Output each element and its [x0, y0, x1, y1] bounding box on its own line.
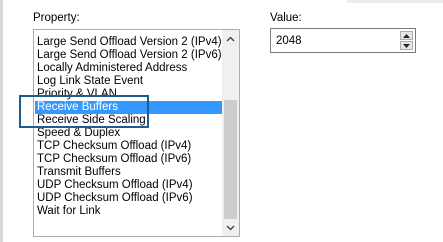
scroll-thumb[interactable] — [224, 100, 237, 219]
property-item-udp-checksum-ipv6[interactable]: UDP Checksum Offload (IPv6) — [35, 192, 222, 205]
scroll-down-button[interactable] — [222, 219, 239, 236]
annotation-highlight — [19, 95, 149, 128]
value-label: Value: — [270, 12, 302, 24]
property-item-lso-v2-ipv6[interactable]: Large Send Offload Version 2 (IPv6) — [35, 49, 222, 62]
window-edge — [0, 0, 3, 242]
property-item-wait-for-link[interactable]: Wait for Link — [35, 205, 222, 218]
property-label: Property: — [33, 12, 80, 24]
spin-down-icon — [403, 43, 410, 48]
property-listbox[interactable]: Large Send Offload Version 2 (IPv4) Larg… — [33, 29, 240, 237]
property-item-tcp-checksum-ipv6[interactable]: TCP Checksum Offload (IPv6) — [35, 153, 222, 166]
chevron-down-icon — [226, 225, 235, 230]
chevron-up-icon — [226, 36, 235, 41]
property-item-log-link-state-event[interactable]: Log Link State Event — [35, 75, 222, 88]
property-item-locally-administered-address[interactable]: Locally Administered Address — [35, 62, 222, 75]
value-spinbox[interactable]: 2048 — [270, 28, 416, 53]
value-spinner — [400, 31, 413, 50]
property-item-udp-checksum-ipv4[interactable]: UDP Checksum Offload (IPv4) — [35, 179, 222, 192]
property-scrollbar[interactable] — [222, 30, 239, 236]
spin-up-button[interactable] — [400, 31, 413, 40]
property-item-tcp-checksum-ipv4[interactable]: TCP Checksum Offload (IPv4) — [35, 140, 222, 153]
spin-up-icon — [403, 33, 410, 38]
value-input[interactable]: 2048 — [276, 34, 302, 48]
property-item-transmit-buffers[interactable]: Transmit Buffers — [35, 166, 222, 179]
scroll-up-button[interactable] — [222, 30, 239, 47]
property-item-lso-v2-ipv4[interactable]: Large Send Offload Version 2 (IPv4) — [35, 36, 222, 49]
window-top-bar — [347, 0, 443, 3]
property-item-speed-duplex[interactable]: Speed & Duplex — [35, 127, 222, 140]
spin-down-button[interactable] — [400, 41, 413, 50]
